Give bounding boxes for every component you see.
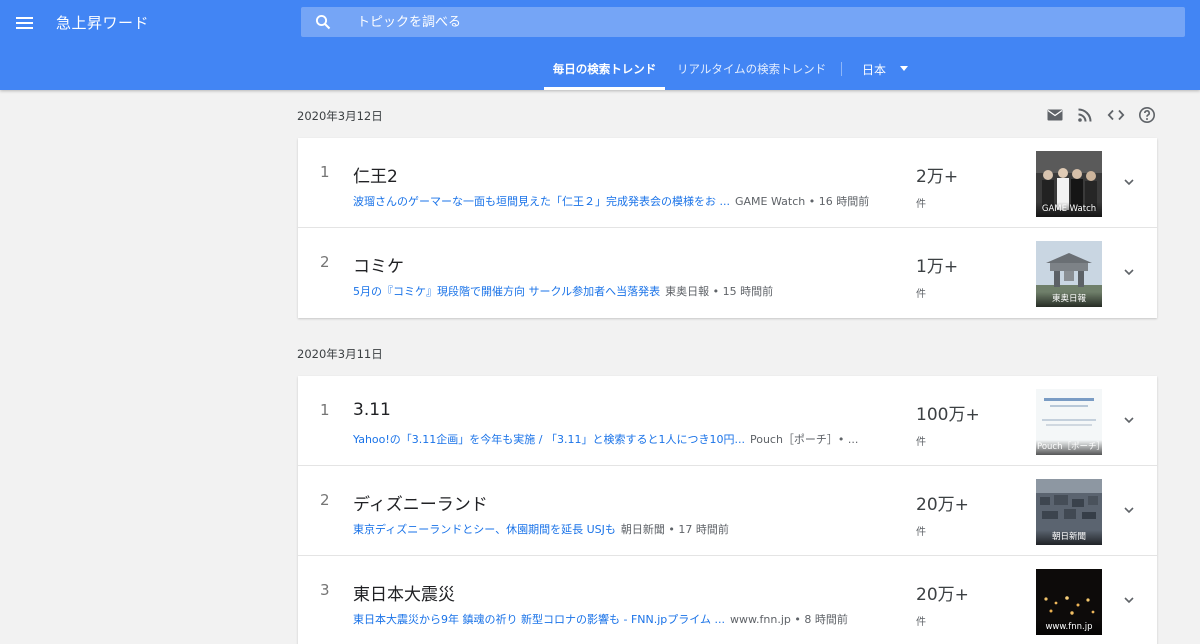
chevron-down-icon[interactable] (1122, 593, 1136, 607)
caret-down-icon[interactable] (900, 66, 908, 71)
trend-thumbnail[interactable]: 朝日新聞 (1036, 479, 1102, 545)
trend-title[interactable]: 仁王2 (353, 162, 398, 187)
trend-thumbnail[interactable]: GAME Watch (1036, 151, 1102, 217)
search-count-unit: 件 (916, 617, 926, 628)
search-count: 1万+ (916, 257, 959, 277)
trend-article: 5月の『コミケ』現段階で開催方向 サークル参加者へ当落発表 東奥日報 • 15 時… (353, 283, 913, 299)
trend-title[interactable]: 東日本大震災 (353, 580, 455, 605)
search-count: 2万+ (916, 167, 959, 187)
trend-thumbnail[interactable]: 東奥日報 (1036, 241, 1102, 307)
trend-row[interactable]: 1 仁王2 波瑠さんのゲーマーな一面も垣間見えた「仁王２」完成発表会の模様をお … (298, 138, 1157, 228)
search-count-unit: 件 (916, 437, 926, 448)
thumbnail-caption: 東奥日報 (1036, 292, 1102, 307)
rss-icon[interactable] (1076, 106, 1094, 124)
trend-rank: 1 (320, 163, 330, 181)
mail-icon[interactable] (1046, 106, 1064, 124)
search-count-unit: 件 (916, 527, 926, 538)
search-box[interactable] (301, 7, 1185, 37)
trend-thumbnail[interactable]: www.fnn.jp (1036, 569, 1102, 635)
trend-card: 1 3.11 Yahoo!の「3.11企画」を今年も実施 / 「3.11」と検索… (298, 376, 1157, 644)
article-source: www.fnn.jp • 8 時間前 (730, 613, 848, 626)
app-title[interactable]: 急上昇ワード (56, 12, 149, 33)
trend-row[interactable]: 2 ディズニーランド 東京ディズニーランドとシー、休園期間を延長 USJも 朝日新… (298, 466, 1157, 556)
search-icon[interactable] (315, 14, 331, 30)
article-link[interactable]: 波瑠さんのゲーマーな一面も垣間見えた「仁王２」完成発表会の模様をお ... (353, 195, 730, 208)
top-app-bar: 急上昇ワード 毎日の検索トレンド リアルタイムの検索トレンド 日本 (0, 0, 1200, 90)
trend-card: 1 仁王2 波瑠さんのゲーマーな一面も垣間見えた「仁王２」完成発表会の模様をお … (298, 138, 1157, 318)
help-icon[interactable] (1138, 106, 1156, 124)
search-count-unit: 件 (916, 289, 926, 300)
trend-rank: 2 (320, 491, 330, 509)
thumbnail-caption: Pouch［ポーチ］ (1036, 440, 1102, 455)
tab-divider (841, 62, 842, 76)
tab-daily-trends[interactable]: 毎日の検索トレンド (544, 50, 665, 90)
country-selector[interactable]: 日本 (862, 61, 886, 78)
trend-article: 波瑠さんのゲーマーな一面も垣間見えた「仁王２」完成発表会の模様をお ... GAM… (353, 193, 913, 209)
trend-thumbnail[interactable]: Pouch［ポーチ］ (1036, 389, 1102, 455)
article-source: Pouch［ポーチ］• ... (749, 433, 859, 446)
article-source: GAME Watch • 16 時間前 (734, 195, 870, 208)
trend-row[interactable]: 3 東日本大震災 東日本大震災から9年 鎮魂の祈り 新型コロナの影響も - FN… (298, 556, 1157, 644)
thumbnail-caption: www.fnn.jp (1036, 620, 1102, 635)
search-input[interactable] (357, 7, 1157, 37)
trend-row[interactable]: 2 コミケ 5月の『コミケ』現段階で開催方向 サークル参加者へ当落発表 東奥日報 … (298, 228, 1157, 318)
search-count: 100万+ (916, 405, 980, 425)
tab-realtime-trends[interactable]: リアルタイムの検索トレンド (677, 50, 826, 90)
date-heading: 2020年3月11日 (297, 347, 383, 361)
trend-article: Yahoo!の「3.11企画」を今年も実施 / 「3.11」と検索すると1人につ… (353, 431, 913, 447)
trend-title[interactable]: 3.11 (353, 400, 391, 420)
trend-rank: 1 (320, 401, 330, 419)
chevron-down-icon[interactable] (1122, 413, 1136, 427)
thumbnail-caption: GAME Watch (1036, 202, 1102, 217)
trend-row[interactable]: 1 3.11 Yahoo!の「3.11企画」を今年も実施 / 「3.11」と検索… (298, 376, 1157, 466)
trend-article: 東日本大震災から9年 鎮魂の祈り 新型コロナの影響も - FNN.jpプライム … (353, 611, 913, 627)
menu-icon[interactable] (15, 13, 35, 33)
article-link[interactable]: 東京ディズニーランドとシー、休園期間を延長 USJも (353, 523, 616, 536)
search-count-unit: 件 (916, 199, 926, 210)
article-link[interactable]: 5月の『コミケ』現段階で開催方向 サークル参加者へ当落発表 (353, 285, 660, 298)
chevron-down-icon[interactable] (1122, 265, 1136, 279)
chevron-down-icon[interactable] (1122, 503, 1136, 517)
search-count: 20万+ (916, 585, 969, 605)
article-link[interactable]: Yahoo!の「3.11企画」を今年も実施 / 「3.11」と検索すると1人につ… (353, 433, 745, 446)
chevron-down-icon[interactable] (1122, 175, 1136, 189)
embed-code-icon[interactable] (1107, 106, 1125, 124)
article-link[interactable]: 東日本大震災から9年 鎮魂の祈り 新型コロナの影響も - FNN.jpプライム … (353, 613, 725, 626)
trend-rank: 3 (320, 581, 330, 599)
article-source: 朝日新聞 • 17 時間前 (620, 523, 729, 536)
trend-article: 東京ディズニーランドとシー、休園期間を延長 USJも 朝日新聞 • 17 時間前 (353, 521, 913, 537)
date-heading: 2020年3月12日 (297, 109, 383, 123)
trend-title[interactable]: コミケ (353, 252, 404, 277)
trend-rank: 2 (320, 253, 330, 271)
trend-title[interactable]: ディズニーランド (353, 490, 488, 515)
thumbnail-caption: 朝日新聞 (1036, 530, 1102, 545)
article-source: 東奥日報 • 15 時間前 (665, 285, 774, 298)
search-count: 20万+ (916, 495, 969, 515)
